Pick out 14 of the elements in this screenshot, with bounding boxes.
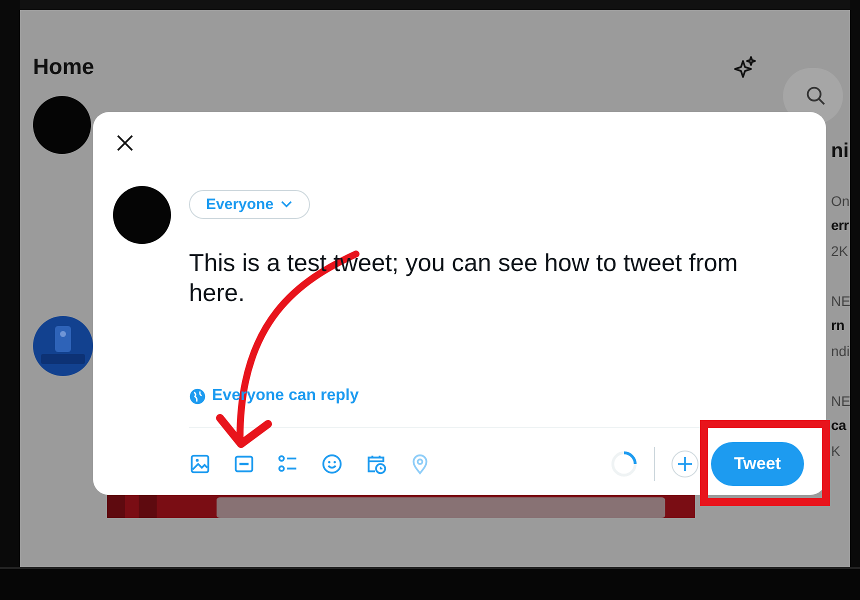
trend-meta: On xyxy=(831,193,850,209)
page-title: Home xyxy=(33,54,94,80)
trend-meta: NE xyxy=(831,293,850,309)
tweet-text-field[interactable]: This is a test tweet; you can see how to tweet from here. xyxy=(189,249,759,387)
trend-meta: NE xyxy=(831,393,850,409)
trend-title: err xyxy=(831,217,850,233)
section-heading: ni xyxy=(831,140,850,163)
audience-dropdown[interactable]: Everyone xyxy=(189,190,310,219)
tweet-button[interactable]: Tweet xyxy=(711,442,804,486)
trend-meta: ndi xyxy=(831,343,850,359)
trend-meta: 2K xyxy=(831,243,850,259)
trend-meta: K xyxy=(831,443,842,459)
trend-title: rn xyxy=(831,317,846,333)
trend-title: ca xyxy=(831,417,848,433)
